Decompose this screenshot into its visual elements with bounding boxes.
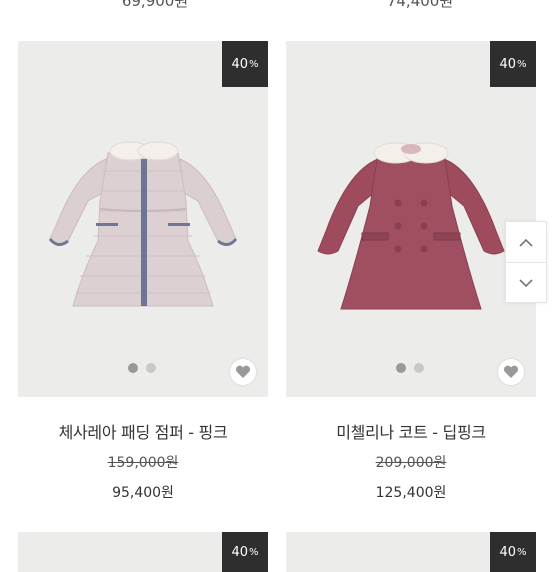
coat-illustration [317,142,505,310]
discount-badge: 40% [222,532,268,572]
discount-unit: % [249,546,259,558]
pagination-dot-active[interactable] [128,363,138,373]
next-product-card[interactable]: 40% [18,532,268,572]
scroll-down-button[interactable] [506,262,546,303]
product-image[interactable]: 40% [18,41,268,397]
wishlist-button[interactable] [498,359,524,385]
wishlist-button[interactable] [230,359,256,385]
prev-row-price-left: 69,900원 [121,0,189,10]
pagination-dot[interactable] [146,363,156,373]
original-price: 159,000원 [107,455,179,471]
scroll-controls [505,221,547,303]
sale-price: 125,400원 [375,485,447,501]
padded-jumper-illustration [48,141,238,307]
pagination-dot-active[interactable] [396,363,406,373]
heart-icon [235,365,251,378]
discount-unit: % [517,546,527,558]
discount-value: 40 [231,544,249,560]
product-name[interactable]: 미첼리나 코트 - 딥핑크 [286,419,536,443]
scroll-up-button[interactable] [506,222,546,262]
pagination-dot[interactable] [414,363,424,373]
original-price: 209,000원 [375,455,447,471]
heart-icon [503,365,519,378]
image-pagination [396,363,424,373]
discount-value: 40 [499,544,517,560]
next-product-card[interactable]: 40% [286,532,536,572]
discount-badge: 40% [490,532,536,572]
prev-row-price-right: 74,400원 [386,0,454,10]
product-name[interactable]: 체사레아 패딩 점퍼 - 핑크 [18,419,268,443]
chevron-up-icon [519,238,533,247]
product-card-jumper[interactable]: 40% 체사레아 패딩 점퍼 - 핑크 159,000원 95,400원 [18,41,268,502]
sale-price: 95,400원 [112,485,174,501]
product-card-coat[interactable]: 40% 미첼리나 코트 - 딥핑크 209,000원 125,400원 [286,41,536,502]
chevron-down-icon [519,278,533,287]
product-image[interactable]: 40% [286,41,536,397]
image-pagination [128,363,156,373]
